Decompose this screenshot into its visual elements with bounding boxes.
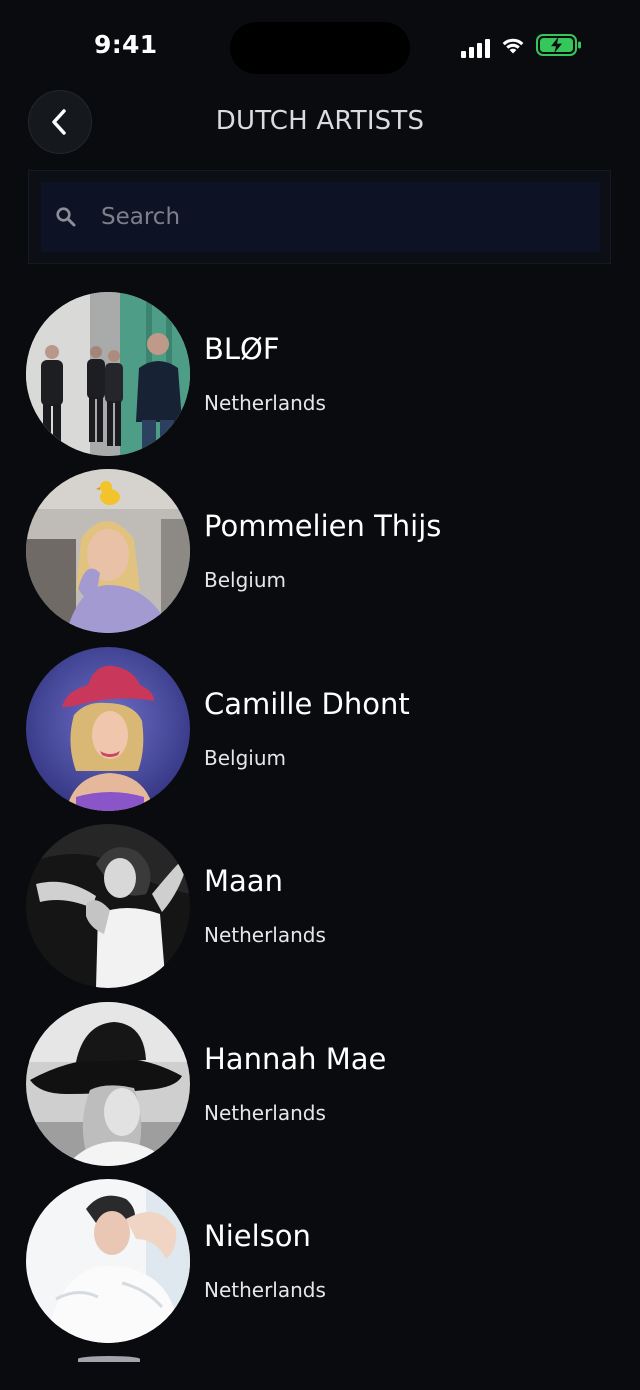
- artist-name: Nielson: [204, 1218, 311, 1253]
- search-input[interactable]: [99, 196, 600, 238]
- battery-charging-icon: [536, 34, 582, 61]
- artist-row-maan[interactable]: Maan Netherlands: [0, 824, 640, 1001]
- artist-row-hannah-mae[interactable]: Hannah Mae Netherlands: [0, 1001, 640, 1179]
- artist-row-nielson[interactable]: Nielson Netherlands: [0, 1178, 640, 1356]
- artist-name: Hannah Mae: [204, 1041, 387, 1076]
- status-icons: [461, 34, 582, 61]
- artist-country: Netherlands: [204, 1100, 326, 1125]
- artist-name: Pommelien Thijs: [204, 509, 442, 544]
- status-bar: 9:41: [0, 0, 640, 96]
- artist-avatar-photo: [26, 646, 190, 811]
- artist-country: Belgium: [204, 568, 286, 593]
- artist-avatar-photo: [26, 469, 190, 634]
- artist-country: Belgium: [204, 745, 286, 770]
- page-title: DUTCH ARTISTS: [215, 106, 425, 136]
- search-container: [28, 170, 611, 264]
- artist-row-blof[interactable]: BLØF Netherlands: [0, 292, 640, 469]
- artist-avatar-photo: [26, 292, 190, 456]
- artist-name: Camille Dhont: [204, 686, 410, 721]
- artist-row-camille-dhont[interactable]: Camille Dhont Belgium: [0, 646, 640, 824]
- cellular-signal-icon: [461, 38, 490, 58]
- artist-name: Maan: [204, 864, 283, 899]
- artist-country: Netherlands: [204, 923, 326, 948]
- search-field[interactable]: [41, 182, 600, 252]
- artist-name: BLØF: [204, 332, 280, 366]
- artist-row-pommelien-thijs[interactable]: Pommelien Thijs Belgium: [0, 469, 640, 646]
- wifi-icon: [500, 35, 526, 60]
- artist-avatar-photo: [26, 1178, 190, 1343]
- search-icon: [55, 206, 77, 228]
- artist-list: BLØF Netherlands Pommelien Thijs Belgium: [0, 292, 640, 1356]
- artist-avatar-photo: [26, 824, 190, 989]
- status-time: 9:41: [94, 30, 158, 59]
- artist-country: Netherlands: [204, 391, 326, 415]
- artist-avatar-photo: [26, 1001, 190, 1166]
- dynamic-island: [230, 22, 410, 74]
- next-artist-avatar-partial: [78, 1356, 140, 1362]
- artist-country: Netherlands: [204, 1277, 326, 1302]
